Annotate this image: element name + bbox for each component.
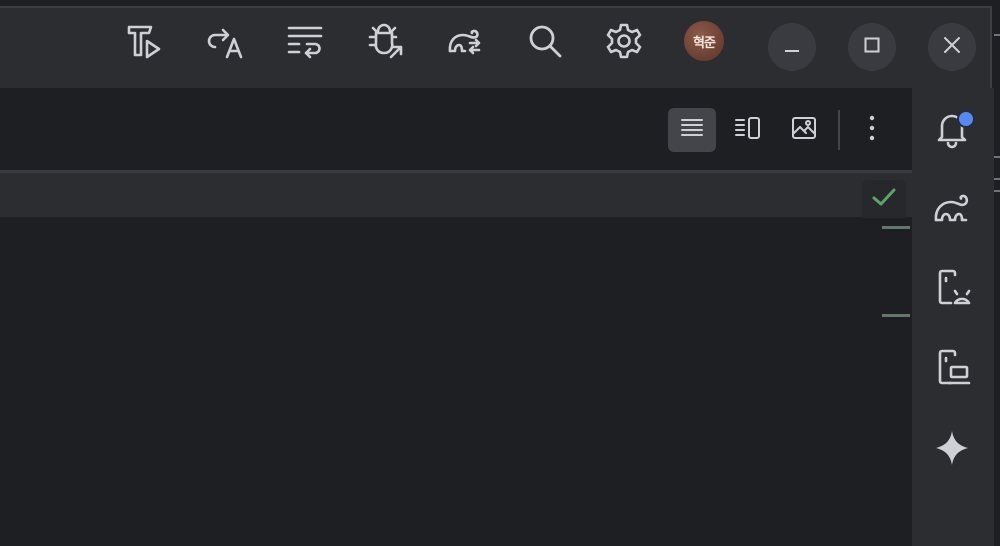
design-view-icon xyxy=(790,114,818,147)
right-tool-rail xyxy=(912,88,994,546)
code-view-icon xyxy=(678,114,706,147)
close-button[interactable] xyxy=(928,23,976,71)
toolbar-divider xyxy=(838,110,840,150)
edge-tick xyxy=(994,156,1000,158)
edge-tick xyxy=(994,178,1000,180)
gradle-icon xyxy=(931,187,973,234)
editor-tab-strip xyxy=(0,173,912,217)
device-manager-icon xyxy=(931,267,973,314)
minimize-button[interactable] xyxy=(768,23,816,71)
maximize-button[interactable] xyxy=(848,23,896,71)
design-view-button[interactable] xyxy=(780,108,828,152)
code-view-button[interactable] xyxy=(668,108,716,152)
gemini-icon xyxy=(931,427,973,474)
more-vertical-icon xyxy=(869,115,875,146)
translate-icon[interactable] xyxy=(198,14,252,68)
change-marker xyxy=(882,226,910,229)
check-icon xyxy=(871,186,897,213)
gradle-sync-icon[interactable] xyxy=(438,14,492,68)
more-options-button[interactable] xyxy=(852,108,892,152)
split-view-button[interactable] xyxy=(724,108,772,152)
search-icon[interactable] xyxy=(518,14,572,68)
wrap-icon[interactable] xyxy=(278,14,332,68)
notification-dot xyxy=(957,110,975,128)
avatar[interactable]: 혁준 xyxy=(684,21,724,61)
inspection-status[interactable] xyxy=(862,180,906,218)
edge-tick xyxy=(994,34,1000,36)
maximize-icon xyxy=(862,35,882,60)
minimize-icon xyxy=(782,35,802,60)
editor-toolbar xyxy=(0,88,912,170)
split-view-icon xyxy=(734,114,762,147)
running-devices-icon xyxy=(931,347,973,394)
close-icon xyxy=(942,35,962,60)
running-devices-button[interactable] xyxy=(926,344,978,396)
settings-icon[interactable] xyxy=(597,14,651,68)
gemini-button[interactable] xyxy=(926,424,978,476)
gradle-button[interactable] xyxy=(926,184,978,236)
avatar-text: 혁준 xyxy=(693,34,716,50)
build-run-icon[interactable] xyxy=(118,14,172,68)
change-marker xyxy=(882,314,910,317)
edge-tick xyxy=(994,190,1000,192)
device-manager-button[interactable] xyxy=(926,264,978,316)
debug-attach-icon[interactable] xyxy=(358,14,412,68)
window-edge xyxy=(994,0,1000,546)
